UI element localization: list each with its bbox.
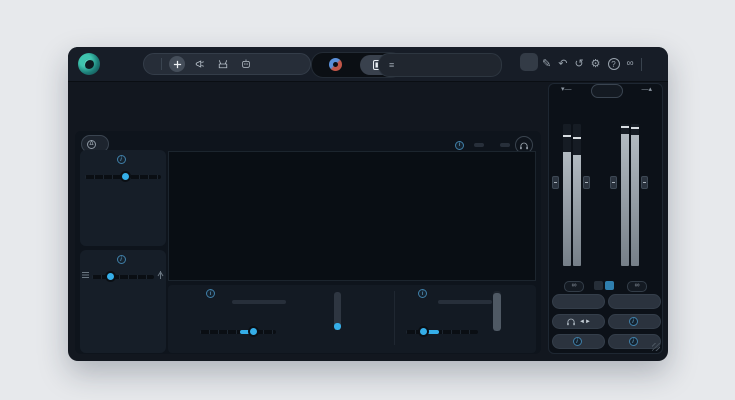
info-icon[interactable]: i — [117, 155, 126, 164]
input-channel-link-icon[interactable]: ∞ — [564, 281, 584, 292]
punch-title-row: i — [80, 255, 166, 264]
ozone-plugin-window: ≡ ✎ ↶ ↺ ⚙ ? ∞ Δ i — [68, 47, 668, 361]
io-toggle[interactable] — [591, 84, 623, 98]
gain-decrement-button[interactable] — [594, 281, 603, 290]
info-icon: i — [573, 337, 582, 346]
preset-next-button[interactable] — [520, 53, 538, 71]
meter-fill — [563, 152, 571, 266]
input-meter-left — [563, 124, 571, 266]
reference-button[interactable]: i — [608, 314, 661, 329]
sustain-amount-knob[interactable] — [280, 298, 326, 344]
divider — [641, 58, 642, 71]
collapse-left-icon[interactable]: ▾— — [561, 85, 572, 93]
input-gain-fader-right[interactable] — [583, 176, 590, 189]
balance-title-row: i — [80, 155, 166, 164]
peak-title-row: i — [418, 289, 431, 298]
bypass-button[interactable] — [552, 294, 605, 309]
peak-tone-slider[interactable] — [406, 330, 478, 334]
output-meter-left — [621, 124, 629, 266]
mix-target-selector[interactable] — [143, 53, 311, 75]
input-meter-right — [573, 124, 581, 266]
resize-handle-icon[interactable] — [652, 343, 660, 351]
sustain-slider-handle[interactable] — [250, 328, 257, 335]
drums-icon[interactable] — [215, 56, 231, 72]
info-icon[interactable]: i — [455, 141, 464, 150]
module-chain — [75, 83, 541, 127]
punch-section: i — [80, 250, 166, 353]
peak-gain-meter — [493, 291, 501, 331]
preset-list-icon: ≡ — [389, 60, 394, 70]
stereo-arrows-icon: ◄► — [579, 319, 591, 325]
punch-slider-handle[interactable] — [107, 273, 114, 280]
punch-slider[interactable] — [92, 275, 154, 279]
input-gain-fader-left[interactable] — [552, 176, 559, 189]
info-icon: i — [629, 337, 638, 346]
punch-min-icon — [82, 271, 89, 279]
info-icon[interactable]: i — [206, 289, 215, 298]
bass-control-module-panel: Δ i i — [75, 131, 541, 354]
assistant-icon[interactable] — [329, 58, 342, 71]
meter-scale — [591, 124, 609, 264]
history-icon[interactable]: ↺ — [574, 56, 583, 72]
output-gain-fader-left[interactable] — [610, 176, 617, 189]
presets-dropdown[interactable]: ≡ — [378, 53, 502, 77]
waveform-display[interactable] — [168, 151, 536, 281]
punch-knob[interactable] — [90, 290, 154, 350]
info-icon[interactable]: i — [117, 255, 126, 264]
settings-gear-icon[interactable]: ⚙ — [591, 56, 601, 72]
punch-max-icon — [157, 271, 164, 279]
gain-increment-button[interactable] — [605, 281, 614, 290]
collapse-right-icon[interactable]: —▴ — [641, 85, 652, 93]
balance-slider[interactable] — [85, 175, 161, 179]
ozone-logo-icon — [78, 53, 100, 75]
divider — [394, 291, 395, 345]
sustain-gain-meter — [334, 292, 341, 330]
meter-fill — [631, 135, 639, 266]
peak-hold-mark — [631, 127, 639, 129]
sustain-tone-slider[interactable] — [200, 330, 276, 334]
output-gain-fader-right[interactable] — [641, 176, 648, 189]
headphones-icon — [566, 317, 576, 326]
peak-threshold-value[interactable] — [438, 300, 492, 304]
gain-match-button[interactable] — [608, 294, 661, 309]
balance-section: i — [80, 150, 166, 246]
peak-hold-mark — [621, 126, 629, 128]
sustain-title-row: i — [206, 289, 219, 298]
window-controls: ✎ ↶ ↺ ⚙ ? ∞ — [542, 56, 649, 72]
balance-slider-handle[interactable] — [122, 173, 129, 180]
cutoff-frequency-value[interactable] — [474, 143, 484, 147]
peak-gain-meter-fill — [493, 293, 501, 331]
divider — [161, 58, 162, 70]
sustain-gain-meter-fill — [334, 323, 341, 330]
sustain-threshold-value[interactable] — [232, 300, 286, 304]
balance-knob[interactable] — [90, 188, 154, 246]
delta-icon: Δ — [87, 140, 96, 149]
meter-fill — [573, 155, 581, 266]
vocals-icon[interactable] — [192, 56, 208, 72]
full-mix-icon[interactable] — [169, 56, 185, 72]
codec-button[interactable]: i — [552, 334, 605, 349]
undo-icon[interactable]: ↶ — [558, 56, 567, 72]
meter-fill — [621, 134, 629, 266]
edit-icon[interactable]: ✎ — [542, 56, 551, 72]
info-icon: i — [629, 317, 638, 326]
info-icon[interactable]: i — [418, 289, 427, 298]
monitor-mode-button[interactable]: ◄► — [552, 314, 605, 329]
link-icon[interactable]: ∞ — [627, 56, 634, 72]
output-channel-link-icon[interactable]: ∞ — [627, 281, 647, 292]
peak-hold-mark — [573, 137, 581, 139]
desktop-background: ≡ ✎ ↶ ↺ ⚙ ? ∞ Δ i — [0, 0, 735, 400]
instruments-icon[interactable] — [238, 56, 254, 72]
dynamics-section: i i — [168, 285, 536, 353]
help-icon[interactable]: ? — [608, 58, 620, 70]
output-meter-right — [631, 124, 639, 266]
peak-slider-handle[interactable] — [420, 328, 427, 335]
peak-hold-mark — [563, 135, 571, 137]
io-meter-panel: ▾— —▴ — [548, 83, 663, 354]
zoom-value[interactable] — [500, 143, 510, 147]
header-bar: ≡ ✎ ↶ ↺ ⚙ ? ∞ — [68, 47, 668, 82]
